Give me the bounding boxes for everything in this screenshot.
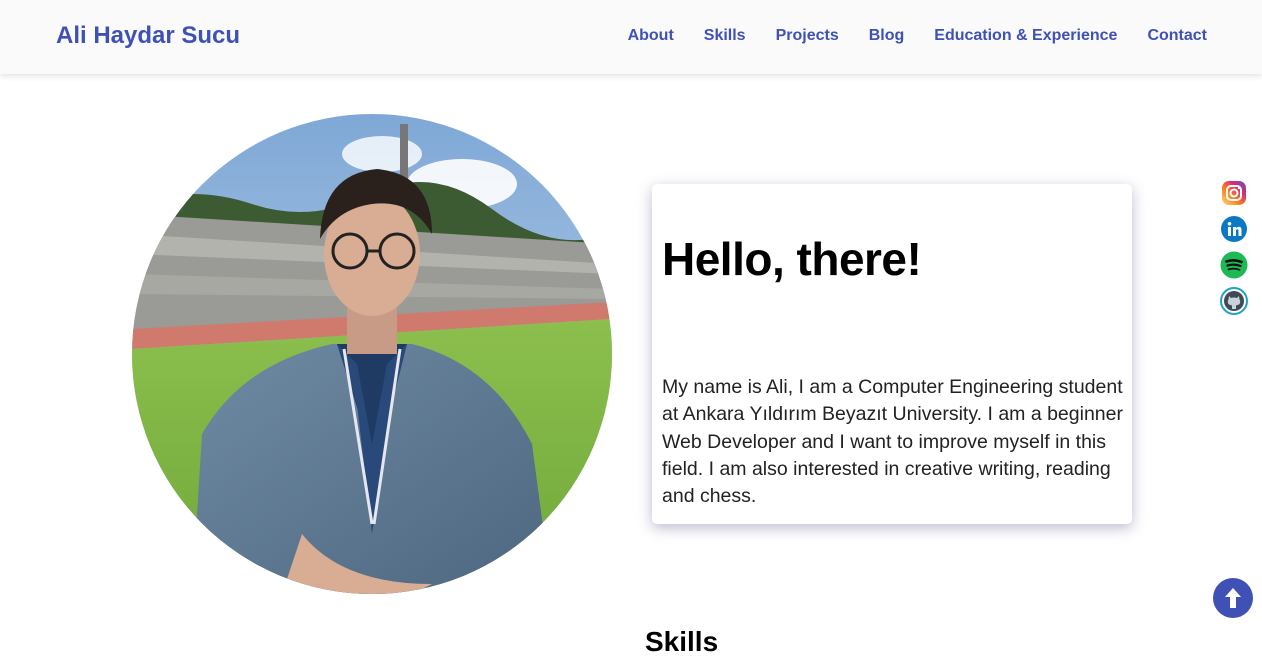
linkedin-link[interactable] [1220, 215, 1248, 243]
spotify-icon [1220, 251, 1248, 279]
scroll-to-top-button[interactable] [1213, 578, 1253, 618]
arrow-up-icon [1225, 588, 1241, 608]
navbar: Ali Haydar Sucu About Skills Projects Bl… [0, 0, 1262, 74]
linkedin-icon [1221, 216, 1247, 242]
spotify-link[interactable] [1220, 251, 1248, 279]
nav-link-about[interactable]: About [628, 27, 674, 45]
instagram-link[interactable] [1220, 179, 1248, 207]
greeting-heading: Hello, there! [662, 233, 922, 285]
nav-links: About Skills Projects Blog Education & E… [598, 27, 1207, 45]
github-link[interactable] [1220, 287, 1248, 315]
nav-link-contact[interactable]: Contact [1147, 27, 1207, 45]
github-icon [1220, 287, 1248, 315]
brand-link[interactable]: Ali Haydar Sucu [56, 22, 240, 50]
intro-paragraph: My name is Ali, I am a Computer Engineer… [662, 376, 1123, 508]
nav-link-education-experience[interactable]: Education & Experience [934, 27, 1117, 45]
nav-link-projects[interactable]: Projects [776, 27, 839, 45]
skills-section-heading: Skills [645, 626, 719, 657]
profile-photo-illustration [132, 114, 612, 594]
nav-link-skills[interactable]: Skills [704, 27, 746, 45]
intro-card: Hello, there! My name is Ali, I am a Com… [652, 184, 1132, 524]
nav-link-blog[interactable]: Blog [869, 27, 905, 45]
instagram-icon [1222, 181, 1246, 205]
profile-photo [132, 114, 612, 594]
